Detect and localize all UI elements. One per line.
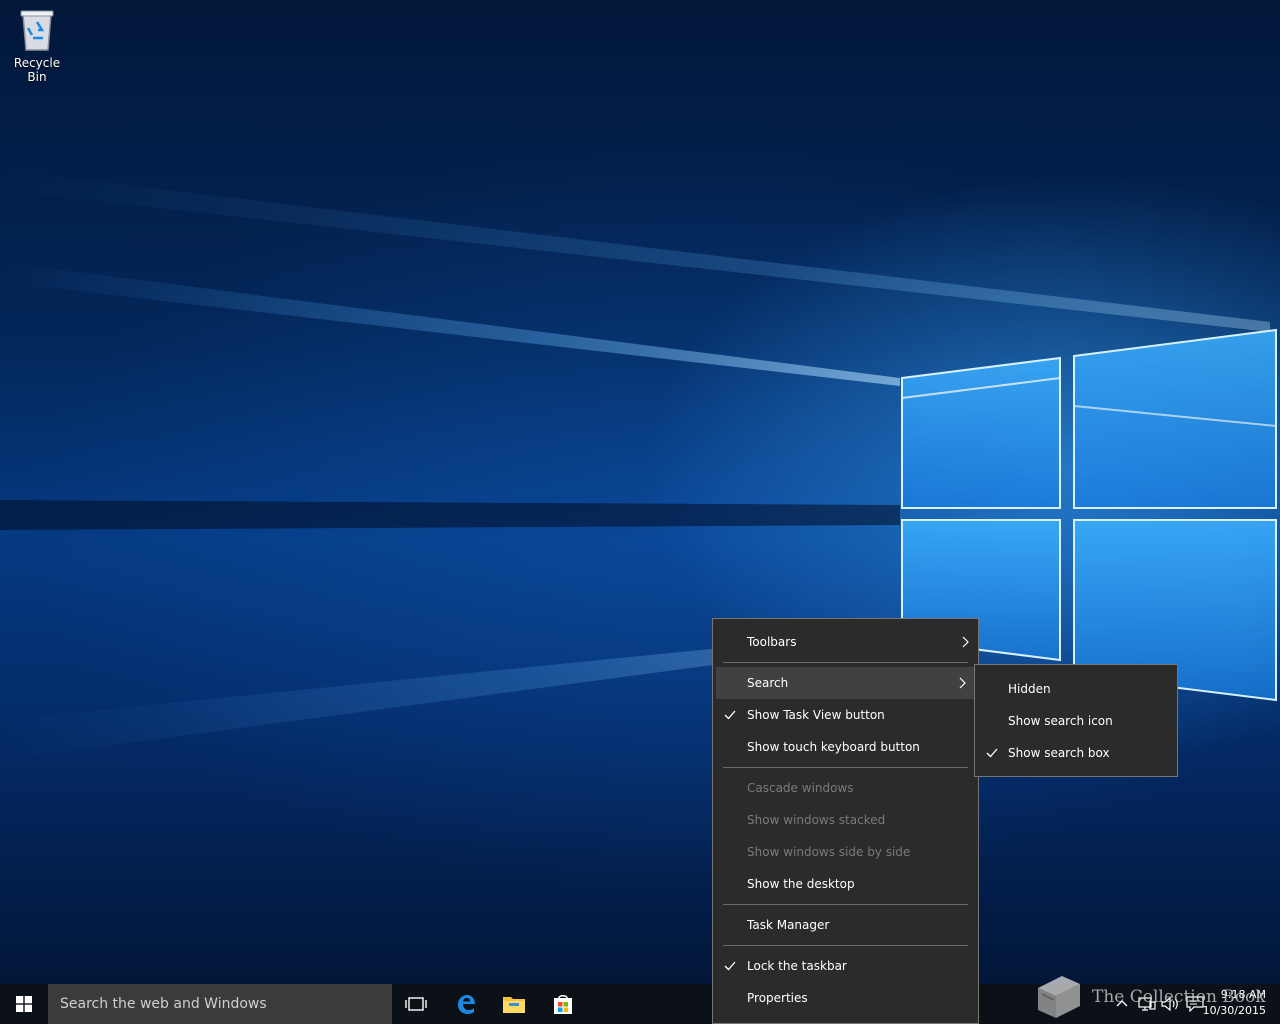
file-explorer-icon	[503, 997, 525, 1013]
menu-item-label: Show windows side by side	[747, 845, 911, 859]
menu-item-label: Cascade windows	[747, 781, 854, 795]
task-view-icon	[405, 997, 427, 1011]
submenu-item-show-search-icon[interactable]: Show search icon	[975, 705, 1177, 737]
menu-item-label: Show search icon	[1008, 714, 1113, 728]
menu-item-label: Lock the taskbar	[747, 959, 847, 973]
menu-item-lock-the-taskbar[interactable]: Lock the taskbar	[713, 950, 978, 982]
taskbar-search-input[interactable]: Search the web and Windows	[48, 984, 392, 1024]
menu-item-label: Search	[747, 676, 789, 690]
task-view-button[interactable]	[392, 984, 440, 1024]
menu-item-show-the-desktop[interactable]: Show the desktop	[713, 868, 978, 900]
menu-separator	[723, 662, 968, 663]
menu-item-show-windows-side-by-side: Show windows side by side	[713, 836, 978, 868]
store-icon	[554, 995, 572, 1014]
menu-separator	[723, 945, 968, 946]
menu-item-properties[interactable]: Properties	[713, 982, 978, 1014]
book-icon	[1038, 976, 1080, 1018]
menu-item-show-windows-stacked: Show windows stacked	[713, 804, 978, 836]
windows-logo-wallpaper	[0, 170, 1277, 760]
menu-item-cascade-windows: Cascade windows	[713, 772, 978, 804]
menu-item-label: Properties	[747, 991, 808, 1005]
windows-start-icon	[16, 996, 32, 1012]
watermark: The Collection Book	[1032, 974, 1266, 1020]
menu-item-label: Show Task View button	[747, 708, 885, 722]
menu-item-label: Show the desktop	[747, 877, 855, 891]
menu-item-label: Toolbars	[747, 635, 797, 649]
menu-item-task-manager[interactable]: Task Manager	[713, 909, 978, 941]
menu-item-label: Show touch keyboard button	[747, 740, 920, 754]
menu-item-label: Task Manager	[747, 918, 830, 932]
store-button[interactable]	[539, 984, 587, 1024]
menu-item-show-touch-keyboard-button[interactable]: Show touch keyboard button	[713, 731, 978, 763]
submenu-item-hidden[interactable]: Hidden	[975, 673, 1177, 705]
menu-item-label: Hidden	[1008, 682, 1051, 696]
taskbar-context-menu: Toolbars Search Show Task View button Sh…	[712, 618, 979, 1024]
menu-item-toolbars[interactable]: Toolbars	[713, 626, 978, 658]
desktop[interactable]: Recycle Bin	[0, 0, 1280, 984]
menu-separator	[723, 904, 968, 905]
menu-item-search[interactable]: Search	[716, 667, 975, 699]
submenu-item-show-search-box[interactable]: Show search box	[975, 737, 1177, 769]
menu-item-label: Show search box	[1008, 746, 1110, 760]
menu-separator	[723, 767, 968, 768]
menu-item-label: Show windows stacked	[747, 813, 886, 827]
desktop-icon-recycle-bin[interactable]: Recycle Bin	[4, 8, 70, 84]
edge-button[interactable]	[442, 984, 490, 1024]
menu-item-show-task-view-button[interactable]: Show Task View button	[713, 699, 978, 731]
search-submenu: Hidden Show search icon Show search box	[974, 664, 1178, 777]
watermark-text: The Collection Book	[1092, 987, 1266, 1007]
chevron-right-icon	[959, 677, 966, 689]
checkmark-icon	[986, 737, 998, 781]
start-button[interactable]	[0, 984, 48, 1024]
chevron-right-icon	[962, 636, 969, 648]
search-placeholder: Search the web and Windows	[60, 996, 267, 1012]
file-explorer-button[interactable]	[490, 984, 538, 1024]
recycle-bin-icon	[20, 10, 54, 51]
desktop-icon-label: Recycle Bin	[13, 56, 61, 84]
edge-icon	[458, 995, 475, 1014]
